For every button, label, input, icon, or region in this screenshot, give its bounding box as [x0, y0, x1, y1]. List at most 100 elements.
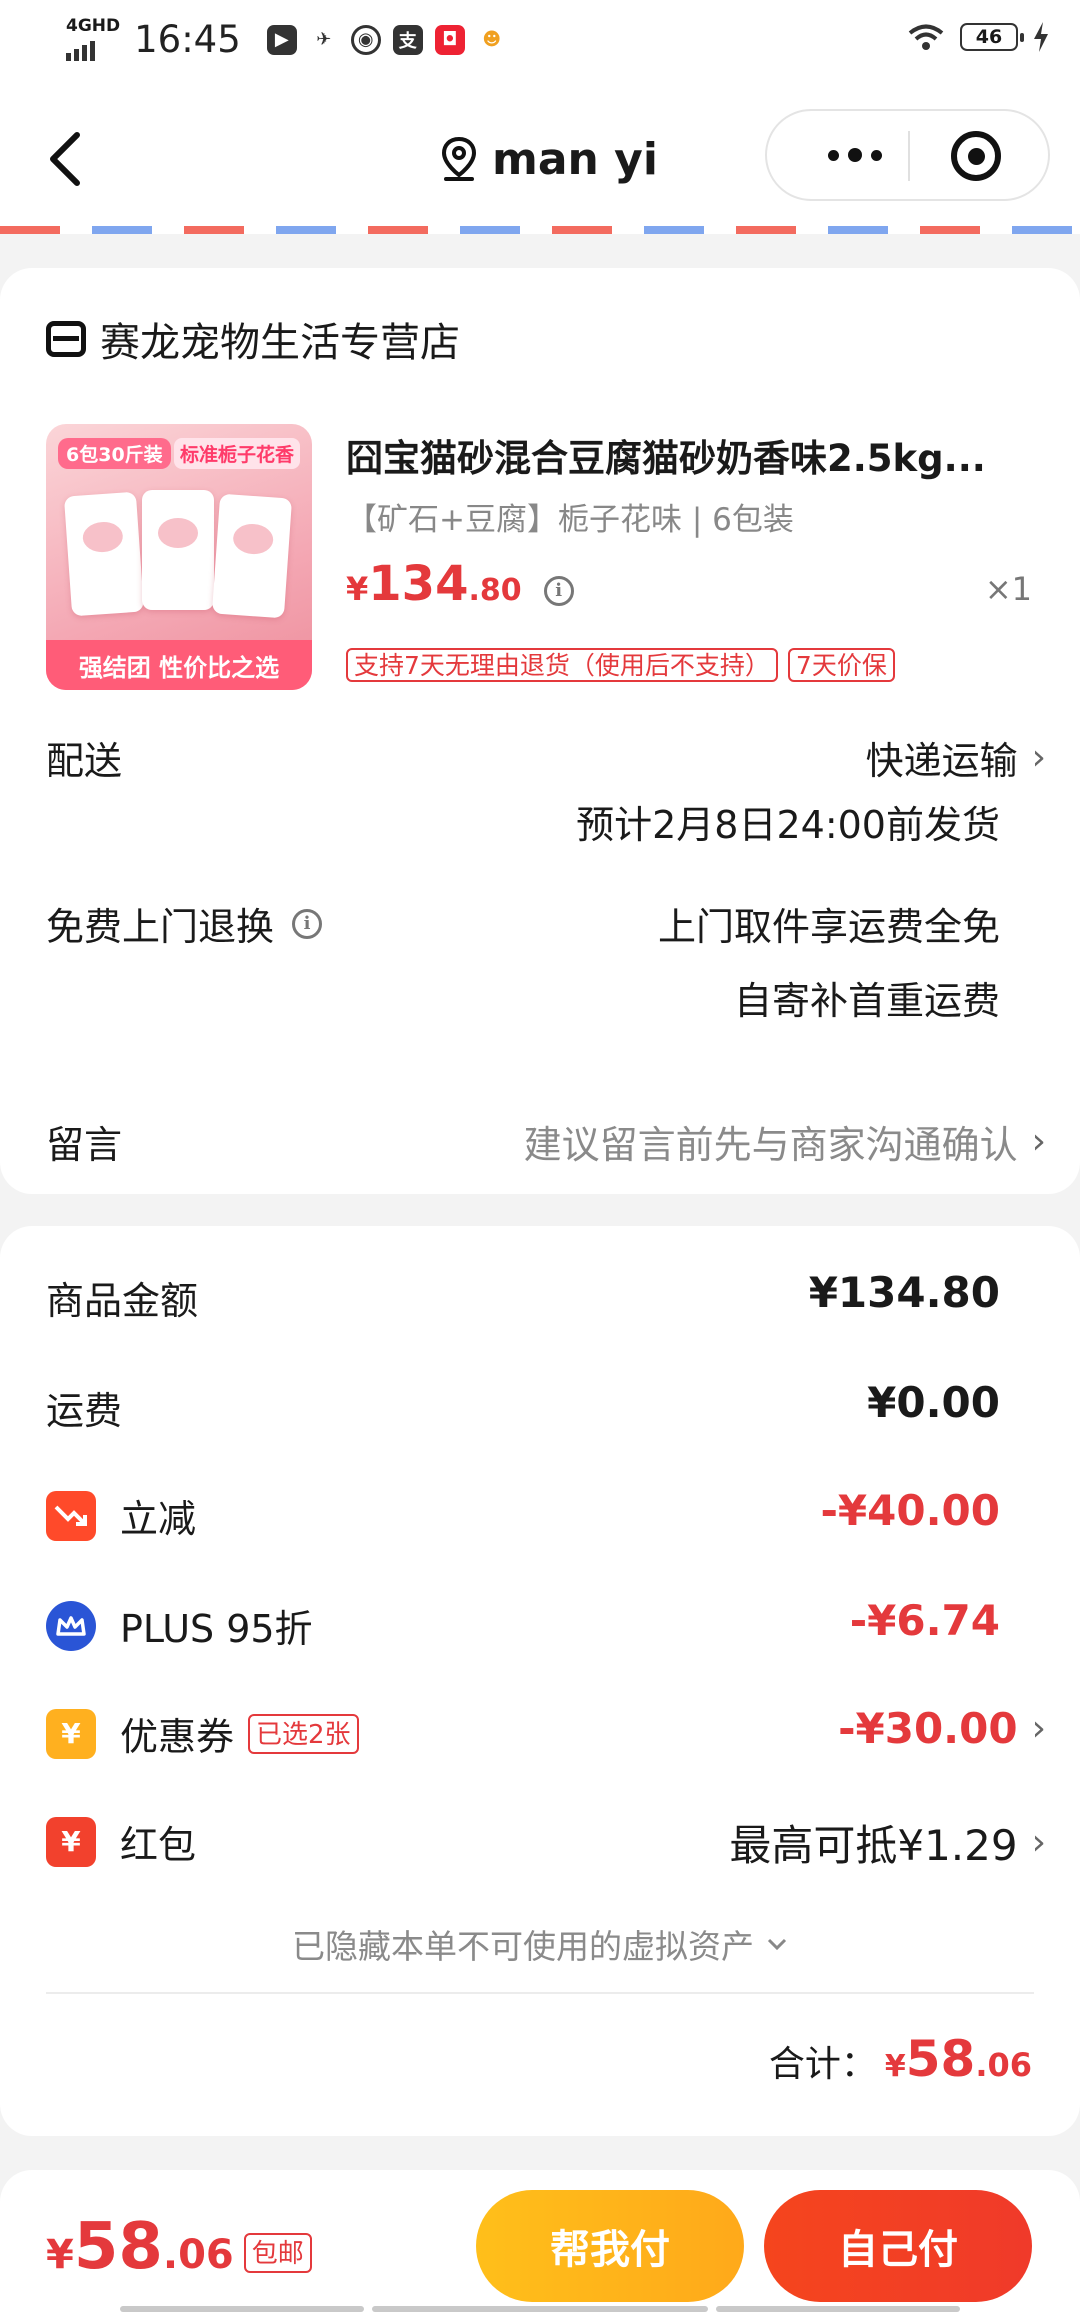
hidden-assets-text: 已隐藏本单不可使用的虚拟资产: [292, 1927, 754, 1966]
redpacket-label: 红包: [120, 1823, 197, 1867]
hidden-assets-toggle[interactable]: 已隐藏本单不可使用的虚拟资产: [0, 1920, 1080, 1968]
battery-level: 46: [975, 26, 1003, 48]
coupon-value-row[interactable]: -¥30.00 ›: [838, 1704, 1046, 1753]
return-service-line1: 上门取件享运费全免: [657, 905, 1000, 949]
product-bag: [63, 491, 145, 617]
product-title[interactable]: 囧宝猫砂混合豆腐猫砂奶香味2.5kg...: [346, 428, 1016, 482]
crown-icon: [46, 1600, 96, 1651]
store-header[interactable]: 赛龙宠物生活专营店: [46, 310, 460, 368]
bank-icon: ◉: [350, 24, 381, 55]
status-bar: 4GHD 16:45 ▶ ✈ ◉ 支 ◘ ☻ 46: [0, 0, 1080, 84]
total-symbol: ¥: [884, 2049, 906, 2084]
total-integer: 58: [905, 2030, 976, 2088]
return-info-icon[interactable]: i: [292, 908, 323, 939]
image-tag-left: 6包30斤装: [58, 438, 171, 469]
back-button[interactable]: [34, 124, 94, 194]
back-arrow-icon: [50, 132, 80, 186]
capsule-divider: [908, 131, 910, 181]
coupon-label: 优惠券: [120, 1715, 235, 1759]
location-pin-icon: [441, 136, 477, 181]
bottom-price-integer: 58: [73, 2210, 163, 2284]
signal-icon: [66, 35, 102, 61]
product-image[interactable]: 6包30斤装 标准栀子花香 强结团 性价比之选: [46, 424, 312, 690]
help-pay-button[interactable]: 帮我付: [476, 2190, 744, 2302]
gesture-bar: [716, 2306, 960, 2312]
discount-arrow-icon: [46, 1490, 96, 1541]
plus-discount-row: PLUS 95折: [46, 1598, 313, 1653]
nav-bar: man yi: [0, 84, 1080, 228]
nav-title-text: man yi: [492, 133, 658, 185]
more-button[interactable]: [805, 111, 905, 199]
instant-discount-label: 立减: [120, 1497, 197, 1541]
price-protect-badge: 7天价保: [787, 648, 895, 682]
return-service-label-row: 免费上门退换 i: [46, 896, 323, 951]
delivery-method: 快递运输: [865, 739, 1018, 783]
notification-icons: ▶ ✈ ◉ 支 ◘ ☻: [266, 24, 507, 55]
product-badges: 支持7天无理由退货（使用后不支持） 7天价保: [346, 648, 895, 682]
network-indicator: 4GHD: [66, 18, 120, 61]
goods-amount-label: 商品金额: [46, 1279, 199, 1323]
price-decimal: .80: [468, 573, 522, 608]
self-pay-button[interactable]: 自己付: [764, 2190, 1032, 2302]
gesture-bar: [120, 2306, 364, 2312]
redpacket-row[interactable]: ¥ 红包: [46, 1814, 196, 1869]
delivery-method-row[interactable]: 快递运输 ›: [866, 730, 1046, 785]
chevron-down-icon: [767, 1938, 787, 1951]
message-placeholder: 建议留言前先与商家沟通确认: [523, 1123, 1018, 1167]
chevron-right-icon: ›: [1031, 1708, 1046, 1749]
bird-icon: ✈: [308, 24, 339, 55]
redpacket-value: 最高可抵¥1.29: [729, 1821, 1018, 1870]
product-spec: 【矿石+豆腐】栀子花味 | 6包装: [346, 502, 794, 538]
instant-discount-value: -¥40.00: [820, 1486, 1000, 1535]
coupon-icon: ¥: [46, 1708, 96, 1759]
status-right: 46: [906, 22, 1050, 52]
battery-icon: 46: [960, 23, 1024, 51]
shopping-bag-icon: ◘: [434, 24, 465, 55]
bottom-price-decimal: .06: [162, 2232, 234, 2278]
store-name: 赛龙宠物生活专营店: [100, 320, 460, 366]
total-decimal: .06: [975, 2046, 1032, 2084]
image-slogan: 强结团 性价比之选: [46, 640, 312, 690]
play-icon: ▶: [266, 24, 297, 55]
clock-time: 16:45: [134, 18, 241, 61]
bottom-price: ¥ 58 .06 包邮: [46, 2210, 312, 2284]
price-integer: 134: [368, 556, 469, 612]
product-bag: [142, 490, 214, 610]
price-symbol: ¥: [346, 570, 369, 608]
message-label: 留言: [46, 1123, 123, 1167]
return-policy-badge: 支持7天无理由退货（使用后不支持）: [346, 648, 778, 682]
product-price: ¥ 134 .80 i: [346, 556, 574, 612]
chevron-right-icon: ›: [1031, 737, 1046, 778]
red-packet-icon: ¥: [46, 1816, 96, 1867]
goods-amount-value: ¥134.80: [808, 1268, 1000, 1317]
price-info-icon[interactable]: i: [543, 575, 574, 606]
return-service-line2: 自寄补首重运费: [733, 979, 1000, 1023]
gesture-bar: [372, 2306, 708, 2312]
network-type: 4GHD: [66, 16, 121, 36]
redpacket-value-row[interactable]: 最高可抵¥1.29 ›: [729, 1812, 1046, 1873]
charging-icon: [1034, 22, 1048, 52]
delivery-eta: 预计2月8日24:00前发货: [576, 803, 1000, 847]
plus-discount-label: PLUS 95折: [120, 1607, 313, 1651]
return-service-label: 免费上门退换: [46, 905, 275, 949]
total-row: 合计： ¥ 58 .06: [769, 2030, 1032, 2088]
envelope-stripe: [0, 226, 1080, 234]
message-input[interactable]: 建议留言前先与商家沟通确认 ›: [524, 1114, 1046, 1169]
price-summary-card: [0, 1226, 1080, 2136]
product-bag: [211, 493, 293, 619]
coupon-value: -¥30.00: [838, 1704, 1018, 1753]
summary-divider: [46, 1992, 1034, 1994]
image-tag-right: 标准栀子花香: [174, 438, 301, 469]
alipay-icon: 支: [392, 24, 423, 55]
instant-discount-row: 立减: [46, 1488, 196, 1543]
close-miniprogram-button[interactable]: [951, 131, 1001, 181]
miniprogram-capsule: [765, 109, 1050, 201]
plus-discount-value: -¥6.74: [849, 1596, 1000, 1645]
wifi-icon: [908, 24, 944, 50]
chevron-right-icon: ›: [1031, 1121, 1046, 1162]
total-label: 合计：: [768, 2044, 877, 2085]
mascot-icon: ☻: [476, 24, 507, 55]
nav-title: man yi: [440, 124, 658, 194]
free-shipping-badge: 包邮: [243, 2233, 312, 2273]
coupon-row[interactable]: ¥ 优惠券 已选2张: [46, 1706, 359, 1761]
